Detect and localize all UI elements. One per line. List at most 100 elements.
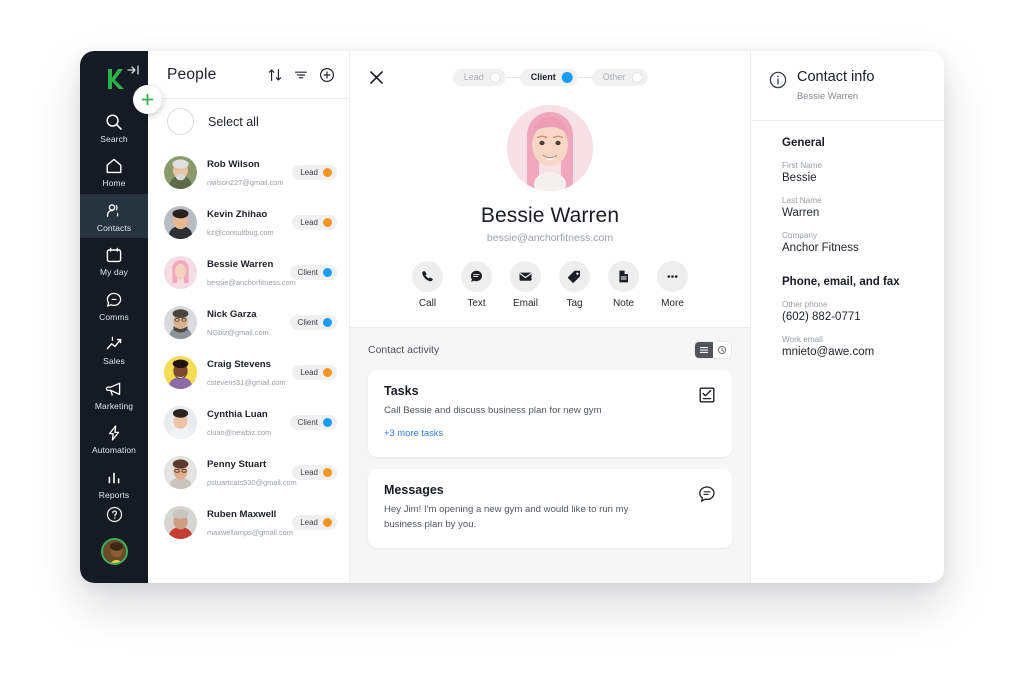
sidebar-item-search[interactable]: Search (80, 105, 148, 150)
activity-card-messages[interactable]: Messages Hey Jim! I'm opening a new gym … (368, 469, 732, 549)
status-dot (323, 217, 332, 227)
more-tasks-link[interactable]: +3 more tasks (384, 427, 443, 438)
list-item[interactable]: Bessie Warren bessie@anchorfitness.com C… (148, 247, 349, 297)
sidebar-items: Search Home Contacts My day Comms Sales … (80, 105, 148, 506)
contact-email: pstuartcats930@gmail.com (207, 478, 297, 487)
close-icon[interactable] (368, 69, 385, 86)
info-section-title-phone-email-fax: Phone, email, and fax (782, 276, 900, 289)
help-circle-icon[interactable] (105, 505, 124, 524)
avatar (164, 505, 197, 539)
contact-text: Bessie Warren bessie@anchorfitness.com (207, 254, 296, 290)
contact-email: NGbiz@gmail.com (207, 328, 269, 337)
activity-card-body: Hey Jim! I'm opening a new gym and would… (384, 504, 629, 530)
list-item[interactable]: Nick Garza NGbiz@gmail.com Client (148, 297, 349, 347)
status-badge-label: Lead (300, 167, 318, 177)
list-item[interactable]: Craig Stevens cstevens31@gmail.com Lead (148, 347, 349, 397)
stage-option-lead[interactable]: Lead (452, 68, 506, 86)
status-badge[interactable]: Client (289, 414, 337, 430)
sidebar-item-sales[interactable]: Sales (80, 327, 148, 372)
status-badge[interactable]: Client (289, 314, 337, 330)
info-circle-icon (769, 71, 787, 89)
status-badge[interactable]: Lead (292, 464, 337, 480)
calendar-icon (104, 245, 124, 265)
sidebar-item-label: Automation (92, 445, 136, 455)
add-contact-icon[interactable] (319, 67, 335, 83)
sidebar-item-label: Search (100, 133, 128, 144)
contact-text: Ruben Maxwell maxwellamps@gmail.com (207, 504, 293, 540)
contact-info-panel: Contact info Bessie Warren General First… (751, 51, 944, 583)
ellipsis-icon (657, 261, 688, 292)
field-first-name[interactable]: First Name Bessie (782, 161, 926, 184)
detail-top: Lead Client Other Bessie Warren bessie@a… (350, 51, 750, 327)
avatar[interactable] (100, 538, 128, 565)
field-label: Other phone (782, 300, 828, 310)
status-badge[interactable]: Client (289, 264, 337, 280)
page-title: Bessie Warren (480, 204, 620, 227)
list-view-icon[interactable] (695, 342, 713, 358)
status-badge[interactable]: Lead (292, 364, 337, 380)
select-all-row[interactable]: Select all (148, 98, 349, 147)
contact-list[interactable]: Rob Wilson rwilson227@gmail.com Lead Kev… (148, 147, 349, 583)
email-button[interactable]: Email (510, 261, 541, 309)
list-item[interactable]: Cynthia Luan cluan@newbiz.com Client (148, 397, 349, 447)
sidebar-item-marketing[interactable]: Marketing (80, 372, 148, 417)
activity-view-toggle[interactable] (694, 341, 732, 359)
add-button-fab[interactable] (133, 85, 162, 114)
list-item[interactable]: Rob Wilson rwilson227@gmail.com Lead (148, 147, 349, 197)
sidebar-item-contacts[interactable]: Contacts (80, 193, 148, 238)
status-badge-label: Lead (300, 367, 318, 377)
sidebar-item-automation[interactable]: Automation (80, 416, 148, 461)
avatar (507, 105, 593, 191)
contact-activity-section: Contact activity Tasks Call Bessie and d… (350, 327, 750, 583)
sidebar-item-my-day[interactable]: My day (80, 238, 148, 283)
action-label: Text (467, 298, 486, 309)
list-item[interactable]: Penny Stuart pstuartcats930@gmail.com Le… (148, 447, 349, 497)
status-badge-label: Client (297, 317, 318, 327)
envelope-icon (510, 261, 541, 292)
contact-email: cluan@newbiz.com (207, 428, 272, 437)
profile-email: bessie@anchorfitness.com (486, 232, 614, 244)
tag-icon (559, 261, 590, 292)
sidebar-item-home[interactable]: Home (80, 149, 148, 194)
status-badge[interactable]: Lead (292, 514, 337, 530)
field-work-email[interactable]: Work email mnieto@awe.com (782, 335, 926, 358)
avatar (164, 305, 197, 339)
list-item[interactable]: Ruben Maxwell maxwellamps@gmail.com Lead (148, 497, 349, 547)
stage-connector (505, 76, 520, 78)
task-checklist-icon (698, 386, 716, 404)
clock-view-icon[interactable] (713, 342, 731, 358)
list-item[interactable]: Kevin Zhihao kz@consultbug.com Lead (148, 197, 349, 247)
note-button[interactable]: Note (608, 261, 639, 309)
sidebar-item-label: My day (100, 267, 128, 277)
sidebar-item-label: Marketing (94, 400, 134, 411)
stage-option-client[interactable]: Client (519, 68, 578, 86)
sidebar-item-comms[interactable]: Comms (80, 283, 148, 328)
status-badge[interactable]: Lead (292, 214, 337, 230)
field-last-name[interactable]: Last Name Warren (782, 196, 926, 219)
sidebar-item-label: Comms (99, 311, 129, 322)
status-badge-label: Lead (300, 467, 318, 477)
text-button[interactable]: Text (461, 261, 492, 309)
activity-card-tasks[interactable]: Tasks Call Bessie and discuss business p… (368, 370, 732, 458)
sort-icon[interactable] (267, 67, 283, 83)
field-other-phone[interactable]: Other phone (602) 882-0771 (782, 300, 926, 323)
activity-card-title: Tasks (384, 384, 419, 398)
filter-icon[interactable] (293, 67, 309, 83)
contact-detail-panel: Lead Client Other Bessie Warren bessie@a… (350, 51, 751, 583)
page-title: People (167, 65, 217, 83)
tag-button[interactable]: Tag (559, 261, 590, 309)
avatar (164, 405, 197, 439)
contacts-icon (104, 201, 124, 221)
stage-option-other[interactable]: Other (591, 68, 648, 86)
contact-info-header: Contact info Bessie Warren (751, 51, 944, 122)
more-button[interactable]: More (657, 261, 688, 309)
keap-logo-icon (103, 67, 125, 91)
select-all-checkbox[interactable] (167, 108, 194, 135)
note-icon (608, 261, 639, 292)
contact-text: Penny Stuart pstuartcats930@gmail.com (207, 454, 297, 490)
call-button[interactable]: Call (412, 261, 443, 309)
status-badge[interactable]: Lead (292, 164, 337, 180)
collapse-panel-icon[interactable] (126, 63, 140, 77)
sidebar-item-reports[interactable]: Reports (80, 461, 148, 506)
field-company[interactable]: Company Anchor Fitness (782, 231, 926, 254)
